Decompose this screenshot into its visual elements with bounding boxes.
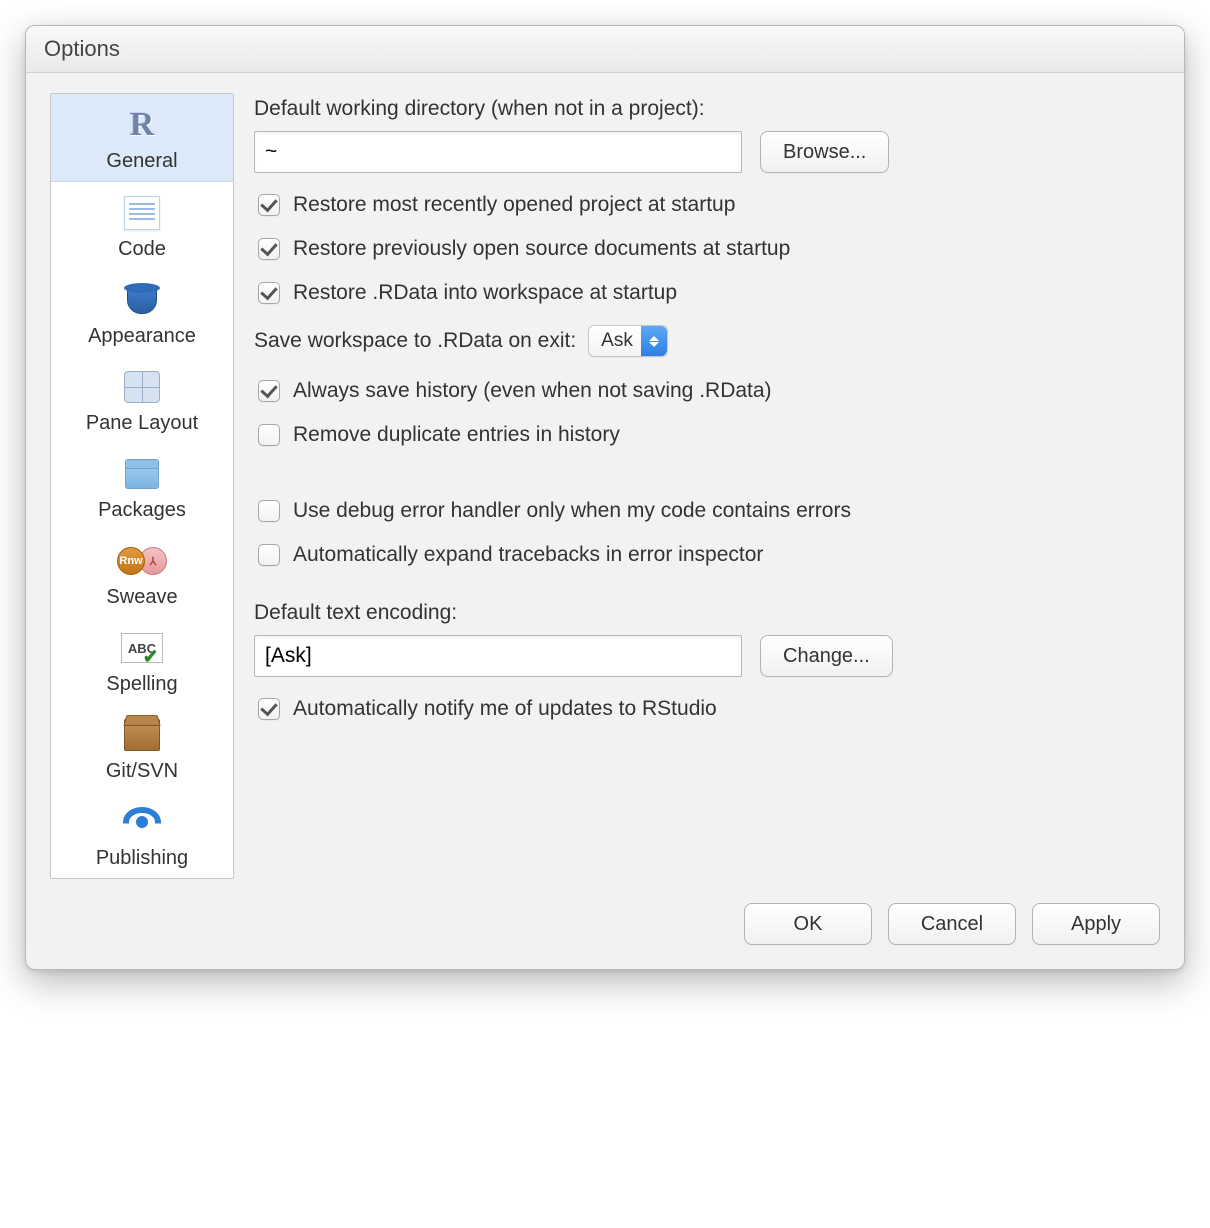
sweave-icon: Rnw⅄ (116, 540, 168, 582)
debug-handler-row[interactable]: Use debug error handler only when my cod… (254, 497, 1150, 525)
sidebar-item-label: Appearance (88, 325, 196, 348)
restore-rdata-row[interactable]: Restore .RData into workspace at startup (254, 279, 1150, 307)
save-workspace-label: Save workspace to .RData on exit: (254, 329, 576, 353)
checkbox-label: Automatically expand tracebacks in error… (293, 543, 763, 567)
sidebar-item-label: Pane Layout (86, 412, 198, 435)
notify-updates-row[interactable]: Automatically notify me of updates to RS… (254, 695, 1150, 723)
select-value: Ask (601, 330, 633, 352)
options-dialog: Options R General Code Appearance Pane L… (25, 25, 1185, 970)
auto-expand-tracebacks-row[interactable]: Automatically expand tracebacks in error… (254, 541, 1150, 569)
sidebar-item-label: Publishing (96, 847, 188, 870)
pane-layout-icon (116, 366, 168, 408)
change-encoding-button[interactable]: Change... (760, 635, 893, 677)
checkbox-label: Restore previously open source documents… (293, 237, 790, 261)
code-icon (116, 192, 168, 234)
sidebar-item-pane-layout[interactable]: Pane Layout (51, 356, 233, 443)
paint-bucket-icon (116, 279, 168, 321)
restore-project-checkbox[interactable] (258, 194, 280, 216)
r-icon: R (116, 104, 168, 146)
ok-button[interactable]: OK (744, 903, 872, 945)
remove-dup-history-row[interactable]: Remove duplicate entries in history (254, 421, 1150, 449)
cardboard-box-icon (116, 714, 168, 756)
working-dir-label: Default working directory (when not in a… (254, 97, 1150, 121)
sidebar-item-label: Code (118, 238, 166, 261)
notify-updates-checkbox[interactable] (258, 698, 280, 720)
restore-project-row[interactable]: Restore most recently opened project at … (254, 191, 1150, 219)
sidebar-item-appearance[interactable]: Appearance (51, 269, 233, 356)
browse-button[interactable]: Browse... (760, 131, 889, 173)
always-save-history-checkbox[interactable] (258, 380, 280, 402)
cancel-button[interactable]: Cancel (888, 903, 1016, 945)
category-sidebar: R General Code Appearance Pane Layout Pa… (50, 93, 234, 879)
package-icon (116, 453, 168, 495)
checkbox-label: Use debug error handler only when my cod… (293, 499, 851, 523)
always-save-history-row[interactable]: Always save history (even when not savin… (254, 377, 1150, 405)
remove-dup-history-checkbox[interactable] (258, 424, 280, 446)
sidebar-item-spelling[interactable]: ABC Spelling (51, 617, 233, 704)
sidebar-item-label: Spelling (106, 673, 177, 696)
working-dir-input[interactable] (254, 131, 742, 173)
restore-docs-row[interactable]: Restore previously open source documents… (254, 235, 1150, 263)
sidebar-item-label: Packages (98, 499, 186, 522)
checkbox-label: Automatically notify me of updates to RS… (293, 697, 717, 721)
sidebar-item-general[interactable]: R General (51, 94, 233, 182)
debug-handler-checkbox[interactable] (258, 500, 280, 522)
sidebar-item-sweave[interactable]: Rnw⅄ Sweave (51, 530, 233, 617)
restore-rdata-checkbox[interactable] (258, 282, 280, 304)
checkbox-label: Restore .RData into workspace at startup (293, 281, 677, 305)
window-title: Options (26, 26, 1184, 73)
spellcheck-icon: ABC (116, 627, 168, 669)
save-workspace-select[interactable]: Ask (588, 325, 668, 357)
sidebar-item-label: General (106, 150, 177, 173)
encoding-label: Default text encoding: (254, 601, 1150, 625)
checkbox-label: Always save history (even when not savin… (293, 379, 772, 403)
sidebar-item-label: Git/SVN (106, 760, 178, 783)
sidebar-item-publishing[interactable]: Publishing (51, 791, 233, 878)
checkbox-label: Restore most recently opened project at … (293, 193, 735, 217)
dropdown-arrows-icon (641, 326, 667, 356)
general-settings-panel: Default working directory (when not in a… (254, 93, 1160, 879)
sidebar-item-label: Sweave (106, 586, 177, 609)
sidebar-item-packages[interactable]: Packages (51, 443, 233, 530)
auto-expand-tracebacks-checkbox[interactable] (258, 544, 280, 566)
apply-button[interactable]: Apply (1032, 903, 1160, 945)
publish-icon (116, 801, 168, 843)
checkbox-label: Remove duplicate entries in history (293, 423, 620, 447)
sidebar-item-code[interactable]: Code (51, 182, 233, 269)
dialog-footer: OK Cancel Apply (26, 891, 1184, 969)
sidebar-item-git-svn[interactable]: Git/SVN (51, 704, 233, 791)
restore-docs-checkbox[interactable] (258, 238, 280, 260)
encoding-input[interactable] (254, 635, 742, 677)
